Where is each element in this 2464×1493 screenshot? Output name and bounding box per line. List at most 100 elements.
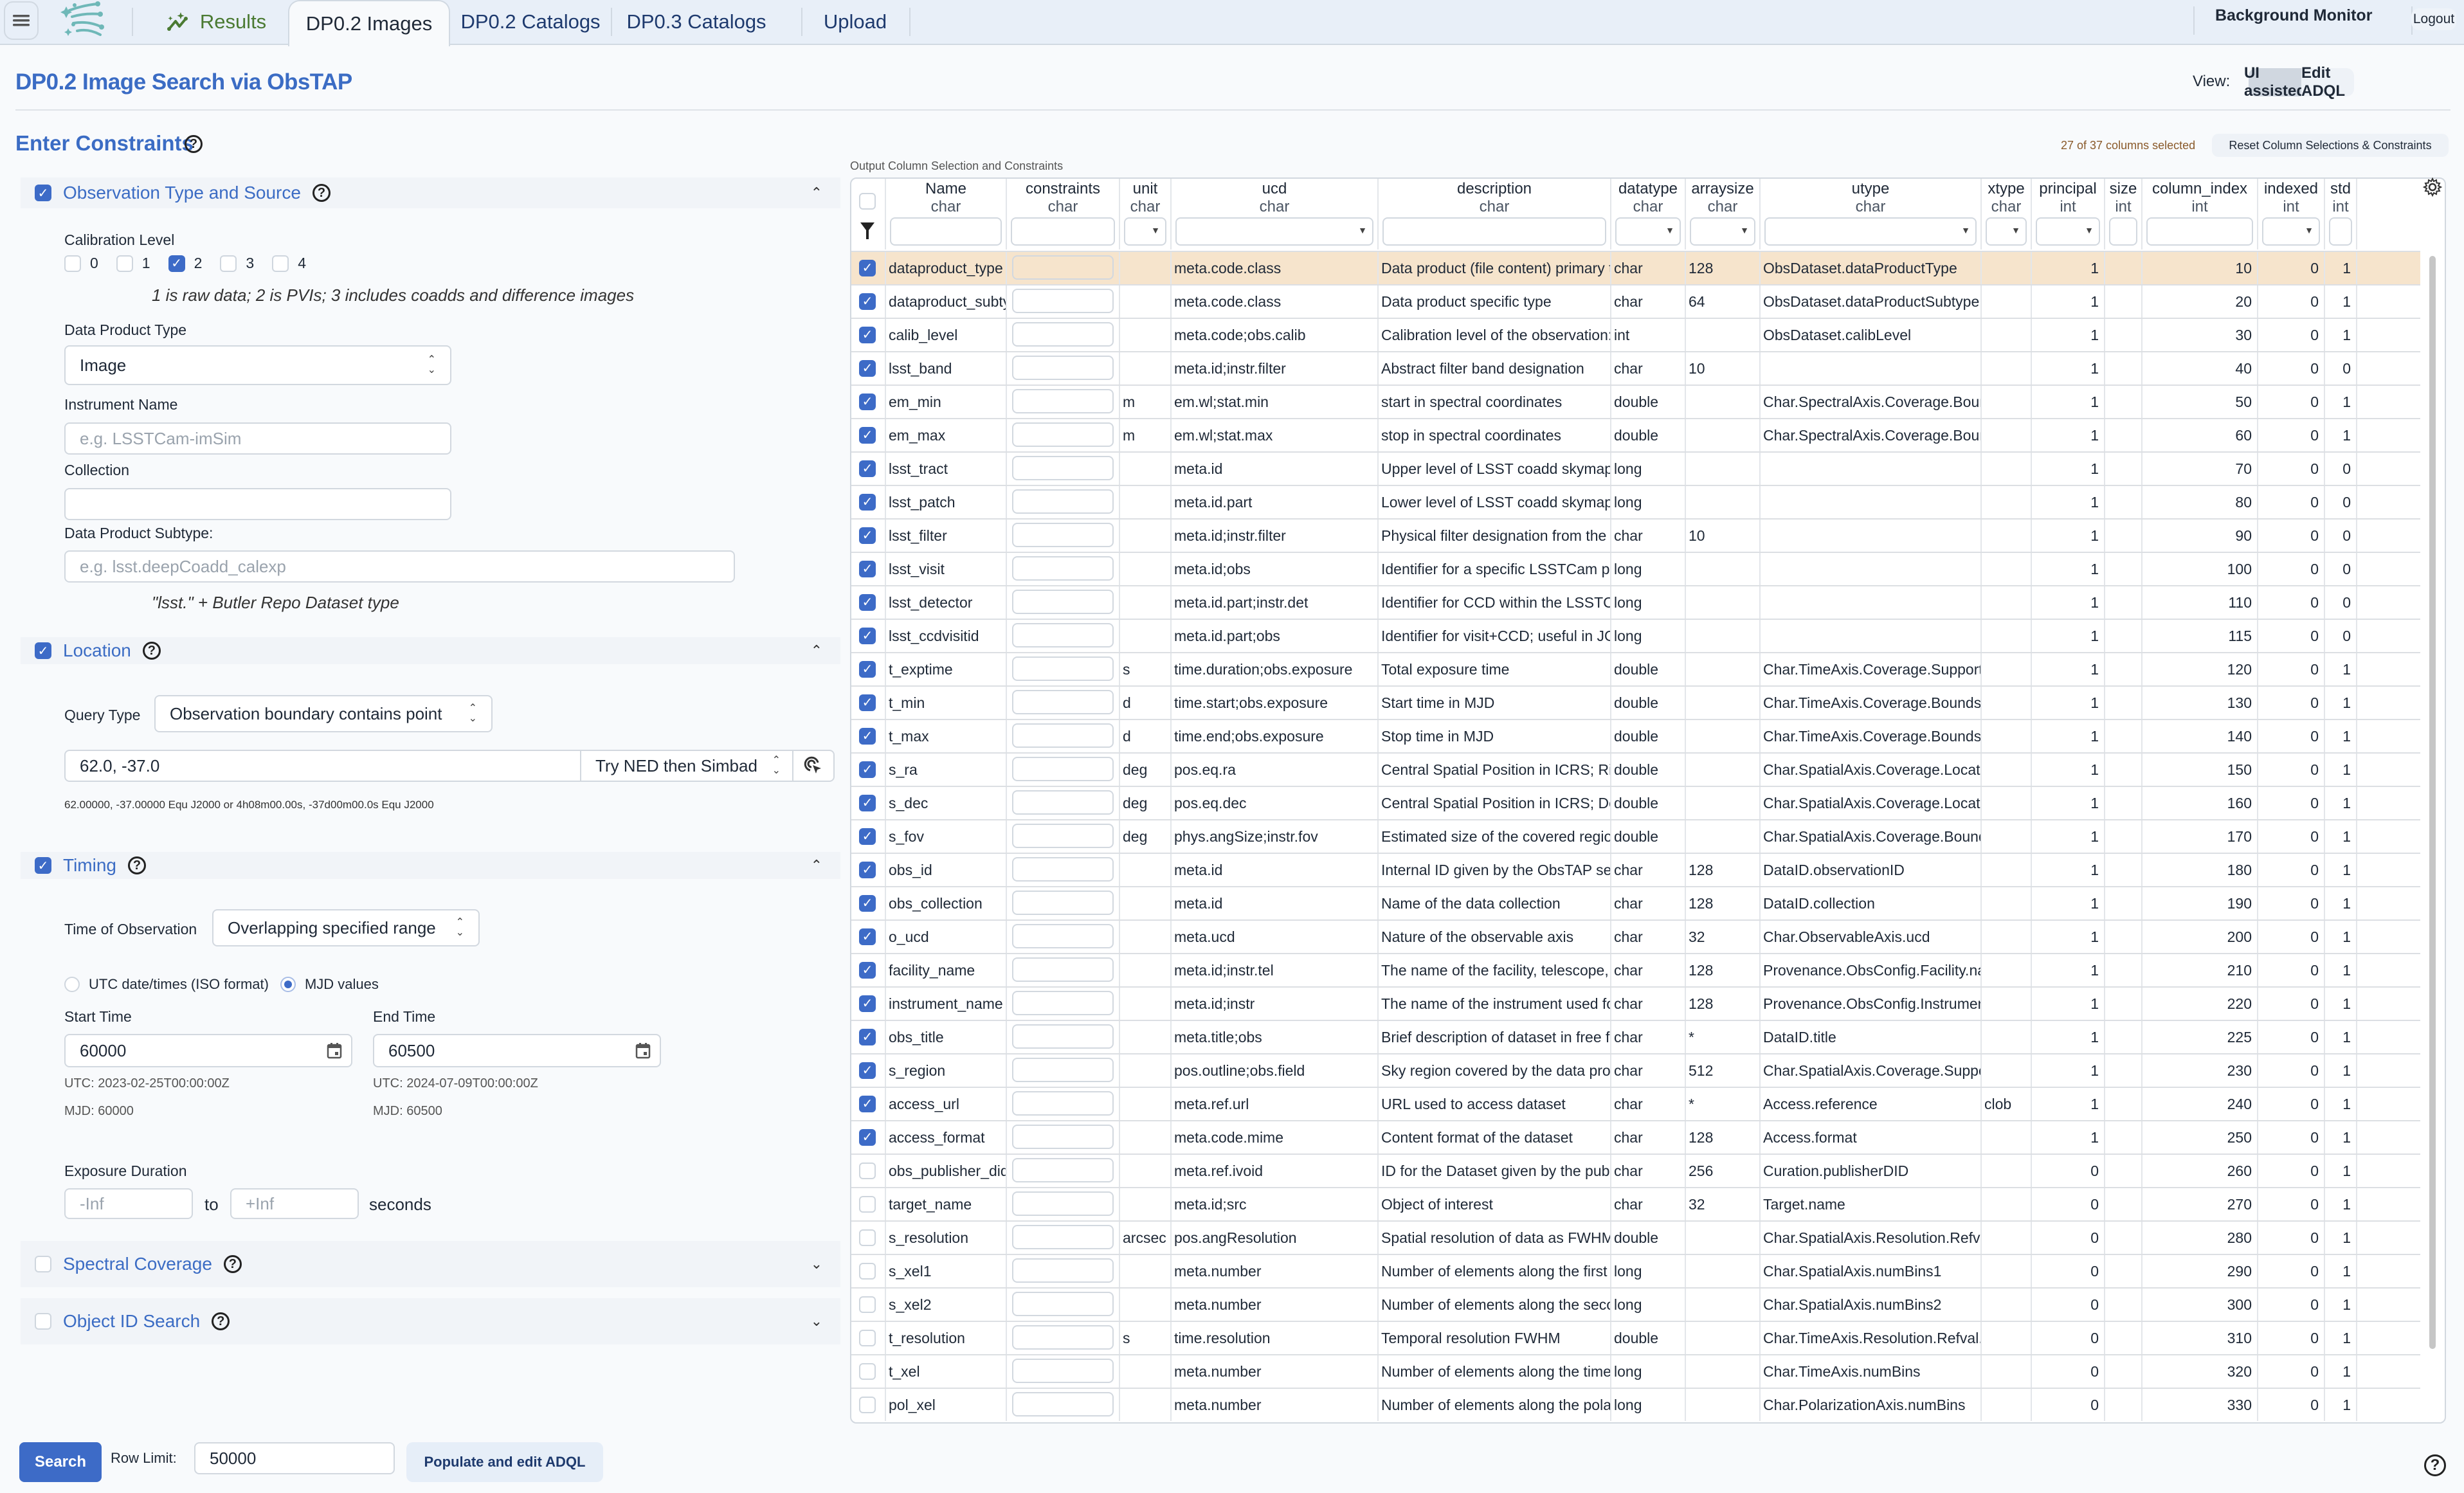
- calendar-icon[interactable]: [327, 1042, 342, 1059]
- header-name[interactable]: datatype: [1611, 180, 1685, 198]
- table-row[interactable]: s_xel2 meta.number Number of elements alon…: [851, 1287, 2420, 1322]
- constraint-input[interactable]: [1012, 255, 1114, 280]
- column-filter-indexed[interactable]: ▼: [2262, 217, 2320, 246]
- row-select-checkbox[interactable]: [859, 1296, 876, 1313]
- row-select-checkbox[interactable]: ✓: [859, 828, 876, 845]
- data-product-subtype-input[interactable]: e.g. lsst.deepCoadd_calexp: [64, 550, 735, 583]
- constraint-input[interactable]: [1012, 489, 1114, 514]
- row-limit-input[interactable]: 50000: [194, 1442, 395, 1474]
- constraint-input[interactable]: [1012, 1024, 1114, 1049]
- row-select-checkbox[interactable]: [859, 1330, 876, 1346]
- row-select-checkbox[interactable]: ✓: [859, 962, 876, 979]
- table-row[interactable]: ✓ dataproduct_type meta.code.class Data pro…: [851, 251, 2420, 285]
- page-help-icon[interactable]: ?: [2424, 1454, 2446, 1476]
- row-select-checkbox[interactable]: ✓: [859, 895, 876, 912]
- table-row[interactable]: ✓ em_min m em.wl;stat.min start in spectral …: [851, 385, 2420, 419]
- column-filter-constraints[interactable]: [1011, 217, 1115, 246]
- constraint-input[interactable]: [1012, 356, 1114, 380]
- help-icon[interactable]: ?: [185, 135, 203, 153]
- header-name[interactable]: ucd: [1172, 180, 1377, 198]
- row-select-checkbox[interactable]: [859, 1397, 876, 1413]
- constraint-input[interactable]: [1012, 1125, 1114, 1149]
- column-filter-name[interactable]: [890, 217, 1002, 246]
- table-row[interactable]: ✓ s_ra deg pos.eq.ra Central Spatial Positio…: [851, 752, 2420, 787]
- exposure-max-input[interactable]: +Inf: [230, 1188, 359, 1219]
- chevron-down-icon[interactable]: ⌄: [811, 1256, 822, 1272]
- row-select-checkbox[interactable]: ✓: [859, 327, 876, 343]
- time-of-observation-select[interactable]: Overlapping specified range ⌃ ⌄: [212, 909, 480, 946]
- view-ui-assisted-button[interactable]: UI assisted: [2244, 64, 2306, 100]
- timing-enable-checkbox[interactable]: ✓: [35, 857, 51, 874]
- logout-button[interactable]: Logout: [2411, 8, 2456, 30]
- table-row[interactable]: s_xel1 meta.number Number of elements alon…: [851, 1254, 2420, 1289]
- constraint-input[interactable]: [1012, 891, 1114, 915]
- row-select-checkbox[interactable]: ✓: [859, 1096, 876, 1112]
- table-row[interactable]: ✓ s_fov deg phys.angSize;instr.fov Estimated…: [851, 819, 2420, 854]
- row-select-checkbox[interactable]: ✓: [859, 862, 876, 878]
- column-filter-size[interactable]: [2109, 217, 2137, 246]
- calib-level-3-checkbox[interactable]: [220, 255, 237, 272]
- constraint-input[interactable]: [1012, 924, 1114, 948]
- constraint-input[interactable]: [1012, 590, 1114, 614]
- chevron-down-icon[interactable]: ⌄: [811, 1313, 822, 1330]
- constraint-input[interactable]: [1012, 857, 1114, 882]
- table-row[interactable]: ✓ lsst_filter meta.id;instr.filter Physical…: [851, 518, 2420, 553]
- row-select-checkbox[interactable]: ✓: [859, 928, 876, 945]
- column-filter-column-index[interactable]: [2146, 217, 2253, 246]
- row-select-checkbox[interactable]: [859, 1163, 876, 1179]
- table-row[interactable]: ✓ t_max d time.end;obs.exposure Stop time in…: [851, 719, 2420, 754]
- search-button[interactable]: Search: [19, 1442, 102, 1482]
- section-header-object-id-search[interactable]: Object ID Search ? ⌄: [21, 1298, 840, 1344]
- chevron-up-icon[interactable]: ⌃: [811, 857, 822, 874]
- column-filter-unit[interactable]: ▼: [1124, 217, 1166, 246]
- calib-level-1-checkbox[interactable]: [116, 255, 133, 272]
- constraint-input[interactable]: [1012, 1191, 1114, 1216]
- column-filter-principal[interactable]: ▼: [2036, 217, 2100, 246]
- header-name[interactable]: arraysize: [1686, 180, 1759, 198]
- table-row[interactable]: ✓ instrument_name meta.id;instr The name of…: [851, 986, 2420, 1021]
- constraint-input[interactable]: [1012, 456, 1114, 480]
- help-icon[interactable]: ?: [212, 1312, 230, 1330]
- chevron-up-icon[interactable]: ⌃: [811, 185, 822, 201]
- row-select-checkbox[interactable]: ✓: [859, 995, 876, 1012]
- row-select-checkbox[interactable]: ✓: [859, 260, 876, 276]
- tab-results[interactable]: Results: [147, 0, 285, 44]
- row-select-checkbox[interactable]: [859, 1196, 876, 1213]
- row-select-checkbox[interactable]: ✓: [859, 1129, 876, 1146]
- constraint-input[interactable]: [1012, 289, 1114, 313]
- utc-format-radio[interactable]: [64, 977, 80, 992]
- row-select-checkbox[interactable]: ✓: [859, 628, 876, 644]
- object-id-search-enable-checkbox[interactable]: [35, 1313, 51, 1330]
- help-icon[interactable]: ?: [312, 184, 331, 202]
- row-select-checkbox[interactable]: ✓: [859, 427, 876, 444]
- header-name[interactable]: principal: [2032, 180, 2104, 198]
- row-select-checkbox[interactable]: ✓: [859, 360, 876, 377]
- row-select-checkbox[interactable]: ✓: [859, 661, 876, 678]
- table-row[interactable]: ✓ t_exptime s time.duration;obs.exposure Tot…: [851, 652, 2420, 687]
- table-row[interactable]: ✓ obs_id meta.id Internal ID given by the O…: [851, 853, 2420, 887]
- section-header-spectral-coverage[interactable]: Spectral Coverage ? ⌄: [21, 1241, 840, 1287]
- constraint-input[interactable]: [1012, 1091, 1114, 1116]
- calib-level-2-checkbox[interactable]: ✓: [168, 255, 185, 272]
- row-select-checkbox[interactable]: ✓: [859, 761, 876, 778]
- constraint-input[interactable]: [1012, 1359, 1114, 1383]
- row-select-checkbox[interactable]: ✓: [859, 561, 876, 577]
- filter-icon[interactable]: [859, 221, 876, 240]
- column-filter-ucd[interactable]: ▼: [1175, 217, 1373, 246]
- header-name[interactable]: description: [1379, 180, 1610, 198]
- constraint-input[interactable]: [1012, 422, 1114, 447]
- table-row[interactable]: ✓ lsst_visit meta.id;obs Identifier for a s…: [851, 552, 2420, 586]
- table-row[interactable]: ✓ t_min d time.start;obs.exposure Start time…: [851, 685, 2420, 720]
- constraint-input[interactable]: [1012, 957, 1114, 982]
- column-filter-description[interactable]: [1382, 217, 1606, 246]
- calib-level-4-checkbox[interactable]: [272, 255, 289, 272]
- section-header-observation-type[interactable]: ✓ Observation Type and Source ? ⌃: [21, 177, 840, 208]
- table-row[interactable]: pol_xel meta.number Number of elements alo…: [851, 1388, 2420, 1422]
- header-name[interactable]: xtype: [1982, 180, 2031, 198]
- row-select-checkbox[interactable]: ✓: [859, 394, 876, 410]
- constraint-input[interactable]: [1012, 1258, 1114, 1283]
- table-row[interactable]: ✓ lsst_patch meta.id.part Lower level of LS…: [851, 485, 2420, 520]
- calib-level-0-checkbox[interactable]: [64, 255, 81, 272]
- constraint-input[interactable]: [1012, 322, 1114, 347]
- tab-dp02-images[interactable]: DP0.2 Images: [288, 0, 450, 46]
